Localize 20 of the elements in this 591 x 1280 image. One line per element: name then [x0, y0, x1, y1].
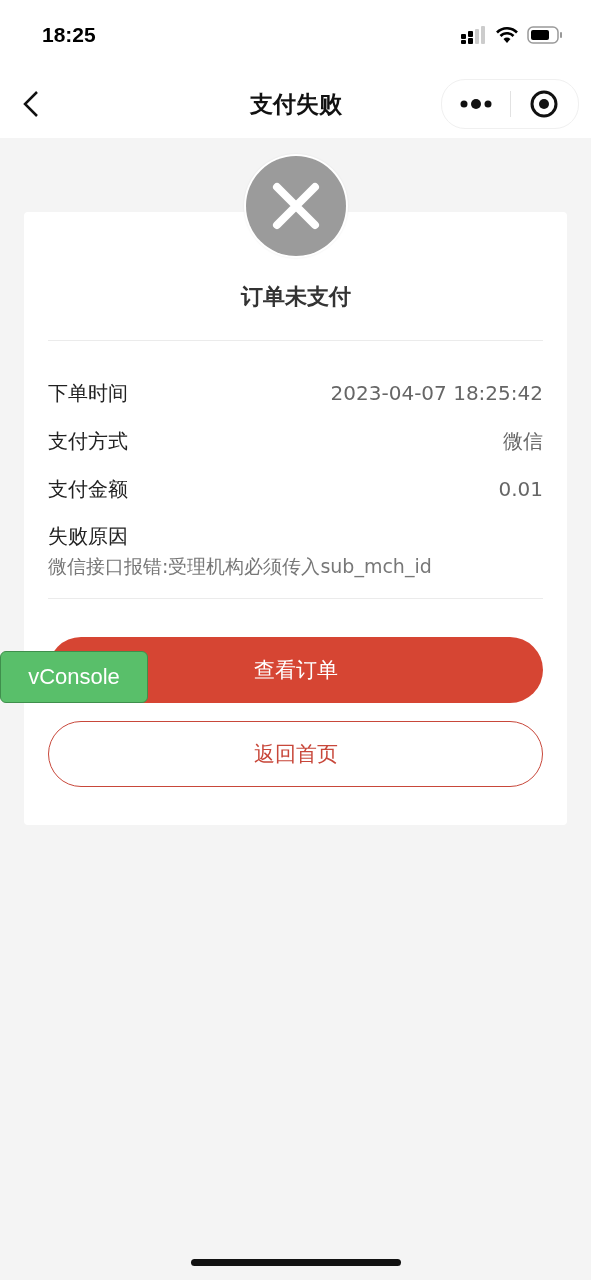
- failure-label: 失败原因: [48, 523, 129, 550]
- detail-value: 2023-04-07 18:25:42: [330, 381, 543, 405]
- result-title: 订单未支付: [239, 283, 352, 311]
- debug-console-overlay[interactable]: vConsole: [0, 651, 148, 703]
- detail-label: 支付方式: [48, 427, 128, 455]
- detail-label: 支付金额: [48, 475, 128, 503]
- detail-value: 0.01: [498, 477, 543, 501]
- detail-value: 微信: [503, 427, 543, 455]
- home-button[interactable]: 返回首页: [48, 721, 543, 787]
- signal-icon: [461, 26, 487, 44]
- detail-label: 下单时间: [48, 379, 128, 407]
- battery-icon: [527, 26, 563, 44]
- close-target-icon[interactable]: [530, 90, 559, 118]
- more-icon[interactable]: [459, 99, 492, 109]
- back-icon[interactable]: [22, 90, 40, 118]
- wifi-icon: [495, 26, 519, 44]
- page-title: 支付失败: [249, 89, 342, 119]
- failure-reason: 微信接口报错:受理机构必须传入sub_mch_id: [48, 554, 433, 580]
- status-time: 18:25: [42, 23, 96, 47]
- cross-icon: [270, 181, 321, 231]
